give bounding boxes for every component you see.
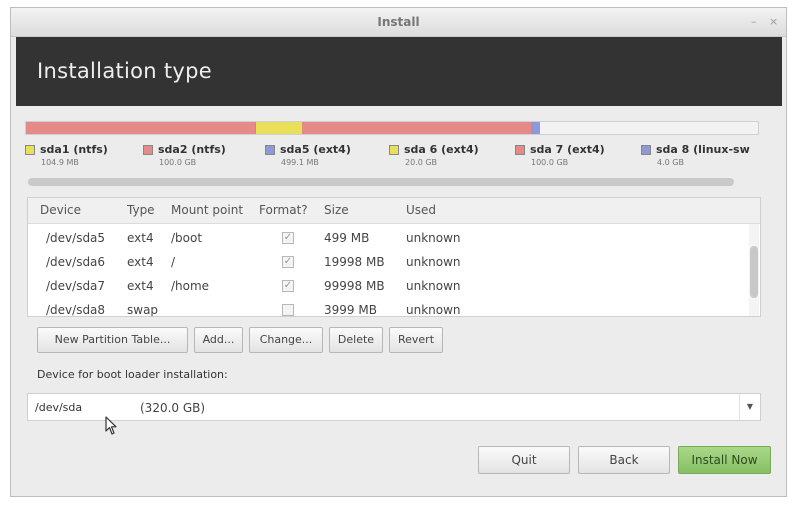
format-checkbox[interactable] — [282, 304, 294, 316]
legend-size: 100.0 GB — [531, 158, 569, 167]
partition-bar — [25, 121, 759, 135]
page-title: Installation type — [37, 59, 212, 83]
chevron-down-icon[interactable]: ▼ — [739, 394, 760, 420]
column-header-used[interactable]: Used — [406, 203, 436, 217]
new-partition-table-button[interactable]: New Partition Table... — [37, 327, 188, 353]
revert-button[interactable]: Revert — [389, 327, 443, 353]
table-row[interactable]: /dev/sda8 swap 3999 MB unknown — [28, 299, 748, 317]
partition-legend: sda1 (ntfs) 104.9 MB sda2 (ntfs) 100.0 G… — [25, 143, 765, 175]
cell-device: /dev/sda5 — [46, 231, 106, 245]
column-header-size[interactable]: Size — [324, 203, 349, 217]
cell-device: /dev/sda6 — [46, 255, 106, 269]
partition-segment-sda8 — [530, 122, 540, 134]
cell-device: /dev/sda7 — [46, 279, 106, 293]
table-header: Device Type Mount point Format? Size Use… — [28, 198, 760, 224]
cell-size: 19998 MB — [324, 255, 385, 269]
change-partition-button[interactable]: Change... — [249, 327, 323, 353]
legend-swatch-icon — [143, 145, 153, 155]
quit-button[interactable]: Quit — [478, 446, 570, 474]
cell-type: ext4 — [127, 231, 154, 245]
page-header: Installation type — [16, 37, 782, 106]
legend-scrollbar[interactable] — [28, 178, 734, 186]
partition-table: Device Type Mount point Format? Size Use… — [27, 197, 761, 317]
mouse-pointer-icon — [105, 416, 117, 435]
cell-used: unknown — [406, 231, 461, 245]
table-row[interactable]: /dev/sda5 ext4 /boot ✓ 499 MB unknown — [28, 227, 748, 251]
table-row[interactable]: /dev/sda6 ext4 / ✓ 19998 MB unknown — [28, 251, 748, 275]
legend-size: 499.1 MB — [281, 158, 319, 167]
cell-used: unknown — [406, 303, 461, 317]
cell-type: ext4 — [127, 255, 154, 269]
legend-size: 100.0 GB — [159, 158, 197, 167]
legend-size: 4.0 GB — [657, 158, 684, 167]
partition-segment-sda6 — [256, 122, 302, 134]
minimize-icon[interactable]: – — [751, 15, 757, 28]
legend-size: 20.0 GB — [405, 158, 438, 167]
column-header-mount[interactable]: Mount point — [171, 203, 243, 217]
legend-swatch-icon — [515, 145, 525, 155]
install-now-button[interactable]: Install Now — [678, 446, 771, 474]
delete-partition-button[interactable]: Delete — [329, 327, 383, 353]
table-row[interactable]: /dev/sda7 ext4 /home ✓ 99998 MB unknown — [28, 275, 748, 299]
column-header-type[interactable]: Type — [127, 203, 155, 217]
title-bar[interactable]: Install – × — [11, 8, 786, 37]
cell-type: swap — [127, 303, 159, 317]
table-scrollbar[interactable] — [749, 224, 759, 316]
legend-name: sda 7 (ext4) — [530, 143, 605, 156]
legend-swatch-icon — [25, 145, 35, 155]
scrollbar-thumb[interactable] — [750, 246, 758, 298]
bootloader-label: Device for boot loader installation: — [37, 368, 228, 381]
partition-segment-sda2 — [26, 122, 255, 134]
bootloader-device: /dev/sda — [35, 401, 83, 414]
cell-device: /dev/sda8 — [46, 303, 106, 317]
partition-segment-free — [539, 122, 758, 134]
legend-swatch-icon — [389, 145, 399, 155]
add-partition-button[interactable]: Add... — [194, 327, 243, 353]
cell-mount: / — [171, 255, 176, 269]
legend-name: sda2 (ntfs) — [158, 143, 226, 156]
legend-size: 104.9 MB — [41, 158, 79, 167]
window-title: Install — [377, 15, 420, 29]
cell-mount: /home — [171, 279, 210, 293]
cell-size: 499 MB — [324, 231, 370, 245]
cell-used: unknown — [406, 279, 461, 293]
close-icon[interactable]: × — [769, 15, 778, 28]
column-header-device[interactable]: Device — [40, 203, 81, 217]
cell-size: 99998 MB — [324, 279, 385, 293]
partition-segment-sda7 — [301, 122, 531, 134]
bootloader-device-select[interactable]: /dev/sda (320.0 GB) ▼ — [27, 393, 761, 421]
cell-type: ext4 — [127, 279, 154, 293]
back-button[interactable]: Back — [578, 446, 670, 474]
legend-swatch-icon — [641, 145, 651, 155]
format-checkbox[interactable]: ✓ — [282, 232, 294, 244]
cell-size: 3999 MB — [324, 303, 377, 317]
column-header-format[interactable]: Format? — [259, 203, 308, 217]
cell-used: unknown — [406, 255, 461, 269]
legend-name: sda 6 (ext4) — [404, 143, 479, 156]
format-checkbox[interactable]: ✓ — [282, 280, 294, 292]
cell-mount: /boot — [171, 231, 203, 245]
legend-name: sda1 (ntfs) — [40, 143, 108, 156]
bootloader-device-size: (320.0 GB) — [140, 401, 206, 415]
format-checkbox[interactable]: ✓ — [282, 256, 294, 268]
legend-swatch-icon — [265, 145, 275, 155]
legend-name: sda5 (ext4) — [280, 143, 351, 156]
legend-name: sda 8 (linux-sw — [656, 143, 750, 156]
